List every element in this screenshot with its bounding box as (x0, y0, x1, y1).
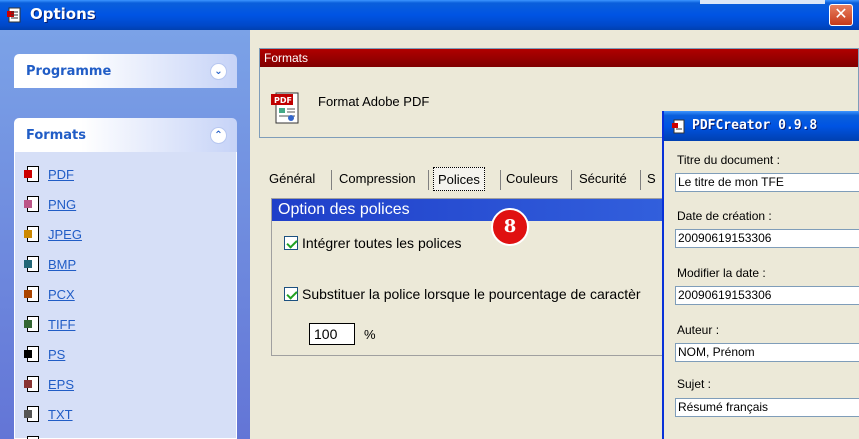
sidebar-group-formats[interactable]: Formats ⌃ (14, 118, 237, 152)
document-title-label: Titre du document : (677, 153, 780, 167)
document-title-input[interactable]: Le titre de mon TFE (675, 173, 859, 192)
tab-separator (571, 170, 572, 190)
creation-date-label: Date de création : (677, 209, 772, 223)
sidebar-group-title: Formats (26, 128, 86, 143)
format-item-eps[interactable]: EPS (24, 374, 74, 394)
substitute-fonts-label: Substituer la police lorsque le pourcent… (302, 286, 641, 302)
format-item-label: PDF (48, 166, 74, 182)
file-txt-icon (24, 405, 42, 423)
app-icon (7, 7, 21, 23)
tab-separator (331, 170, 332, 190)
file-png-icon (24, 195, 42, 213)
tab-compression[interactable]: Compression (335, 165, 420, 193)
modify-date-label: Modifier la date : (677, 266, 766, 280)
substitute-fonts-row[interactable]: Substituer la police lorsque le pourcent… (284, 286, 641, 302)
tab-separator (428, 170, 429, 190)
format-item-txt[interactable]: TXT (24, 404, 73, 424)
tab-securite[interactable]: Sécurité (575, 165, 631, 193)
format-item-psd[interactable]: PSD (24, 434, 75, 439)
format-item-label: TXT (48, 406, 73, 422)
tab-separator (500, 170, 501, 190)
tab-polices[interactable]: Polices (433, 167, 485, 191)
pdf-file-icon: PDF (271, 92, 299, 124)
format-item-label: BMP (48, 256, 77, 272)
embed-fonts-row[interactable]: Intégrer toutes les polices (284, 235, 462, 251)
format-item-ps[interactable]: PS (24, 344, 65, 364)
sidebar-group-programme[interactable]: Programme ⌄ (14, 54, 237, 88)
format-item-label: JPEG (48, 226, 82, 242)
file-tiff-icon (24, 315, 42, 333)
percent-sign: % (364, 327, 376, 342)
sidebar-group-title: Programme (26, 64, 112, 79)
format-item-tiff[interactable]: TIFF (24, 314, 75, 334)
subject-input[interactable]: Résumé français (675, 398, 859, 417)
section-header: Formats (260, 49, 858, 67)
format-item-label: PNG (48, 196, 77, 212)
svg-text:PDF: PDF (274, 96, 292, 105)
pdfcreator-title-bar: PDFCreator 0.9.8 (664, 111, 859, 141)
file-psd-icon (24, 435, 42, 439)
file-eps-icon (24, 375, 42, 393)
tab-couleurs[interactable]: Couleurs (502, 165, 562, 193)
format-item-label: TIFF (48, 316, 76, 332)
format-item-png[interactable]: PNG (24, 194, 76, 214)
callout-badge: 8 (491, 208, 529, 246)
pdfcreator-icon (672, 119, 685, 134)
author-label: Auteur : (677, 323, 720, 337)
creation-date-input[interactable]: 20090619153306 (675, 229, 859, 248)
substitute-fonts-checkbox[interactable] (284, 287, 298, 301)
format-item-jpeg[interactable]: JPEG (24, 224, 82, 244)
embed-fonts-label: Intégrer toutes les polices (302, 235, 462, 251)
file-jpeg-icon (24, 225, 42, 243)
format-item-label: EPS (48, 376, 75, 392)
file-pcx-icon (24, 285, 42, 303)
format-item-pdf[interactable]: PDF (24, 164, 74, 184)
tab-more[interactable]: S (643, 165, 660, 193)
file-pdf-icon (24, 165, 42, 183)
embed-fonts-checkbox[interactable] (284, 236, 298, 250)
file-bmp-icon (24, 255, 42, 273)
window-title-bar: Options ✕ (0, 0, 859, 30)
tab-separator (640, 170, 641, 190)
percent-input[interactable]: 100 (309, 323, 355, 345)
subject-label: Sujet : (677, 377, 712, 391)
window-edge-strip (700, 0, 825, 4)
author-input[interactable]: NOM, Prénom (675, 343, 859, 362)
close-button[interactable]: ✕ (829, 4, 853, 26)
pdfcreator-title: PDFCreator 0.9.8 (692, 118, 818, 133)
pdfcreator-dialog: PDFCreator 0.9.8 Titre du document : Le t… (662, 111, 859, 439)
window-title: Options (30, 5, 96, 23)
modify-date-input[interactable]: 20090619153306 (675, 286, 859, 305)
format-item-label: PS (48, 346, 66, 362)
format-item-label: PCX (48, 286, 75, 302)
format-item-pcx[interactable]: PCX (24, 284, 75, 304)
tab-general[interactable]: Général (265, 165, 319, 193)
format-label: Format Adobe PDF (318, 94, 430, 109)
chevron-up-icon[interactable]: ⌃ (210, 127, 227, 144)
format-item-bmp[interactable]: BMP (24, 254, 76, 274)
file-ps-icon (24, 345, 42, 363)
chevron-down-icon[interactable]: ⌄ (210, 63, 227, 80)
